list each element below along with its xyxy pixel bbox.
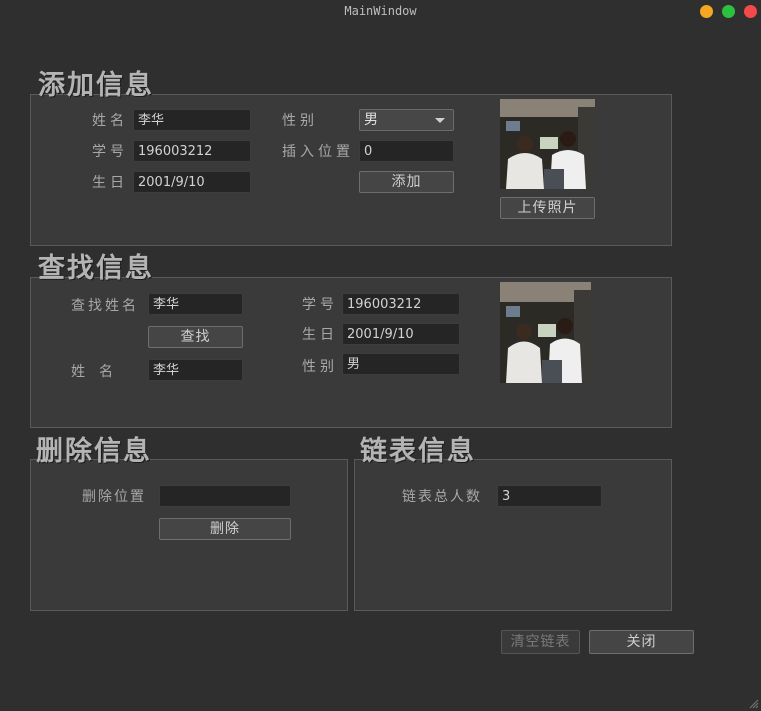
list-count-field[interactable]: 3 (497, 485, 602, 507)
find-info-title: 查找信息 (38, 253, 154, 284)
upload-photo-button[interactable]: 上传照片 (500, 197, 595, 219)
resize-grip-icon[interactable] (749, 699, 759, 709)
add-gender-value: 男 (364, 112, 378, 128)
add-button[interactable]: 添加 (359, 171, 454, 193)
add-name-label: 姓名 (92, 113, 128, 129)
find-photo-image (500, 282, 591, 383)
find-birth-field[interactable]: 2001/9/10 (342, 323, 460, 345)
window-title: MainWindow (344, 4, 417, 18)
delete-button[interactable]: 删除 (159, 518, 291, 540)
find-birth-label: 生日 (302, 327, 338, 343)
add-info-title: 添加信息 (38, 70, 154, 101)
maximize-icon[interactable] (722, 5, 735, 18)
add-birth-label: 生日 (92, 175, 128, 191)
add-position-field[interactable]: 0 (359, 140, 454, 162)
find-id-label: 学号 (302, 297, 338, 313)
find-gender-label: 性别 (302, 359, 338, 375)
add-id-field[interactable]: 196003212 (133, 140, 251, 162)
list-info-group (354, 459, 672, 611)
close-button[interactable]: 关闭 (589, 630, 694, 654)
list-count-label: 链表总人数 (402, 489, 482, 505)
find-name-field[interactable]: 李华 (148, 359, 243, 381)
combo-arrow-icon (435, 118, 445, 123)
minimize-icon[interactable] (700, 5, 713, 18)
close-icon[interactable] (744, 5, 757, 18)
add-id-label: 学号 (92, 144, 128, 160)
find-search-label: 查找姓名 (71, 298, 139, 314)
add-gender-select[interactable]: 男 (359, 109, 454, 131)
delete-info-title: 删除信息 (36, 436, 152, 467)
list-info-title: 链表信息 (360, 436, 476, 467)
delete-position-label: 删除位置 (82, 489, 146, 505)
find-name-label: 姓名 (71, 364, 127, 380)
add-photo-image (500, 99, 595, 189)
find-search-field[interactable]: 李华 (148, 293, 243, 315)
title-bar: MainWindow (0, 0, 761, 26)
add-birth-field[interactable]: 2001/9/10 (133, 171, 251, 193)
delete-position-field[interactable] (159, 485, 291, 507)
add-position-label: 插入位置 (282, 144, 354, 160)
find-id-field[interactable]: 196003212 (342, 293, 460, 315)
add-name-field[interactable]: 李华 (133, 109, 251, 131)
add-gender-label: 性别 (282, 113, 318, 129)
find-button[interactable]: 查找 (148, 326, 243, 348)
clear-list-button[interactable]: 清空链表 (501, 630, 580, 654)
find-gender-field[interactable]: 男 (342, 353, 460, 375)
